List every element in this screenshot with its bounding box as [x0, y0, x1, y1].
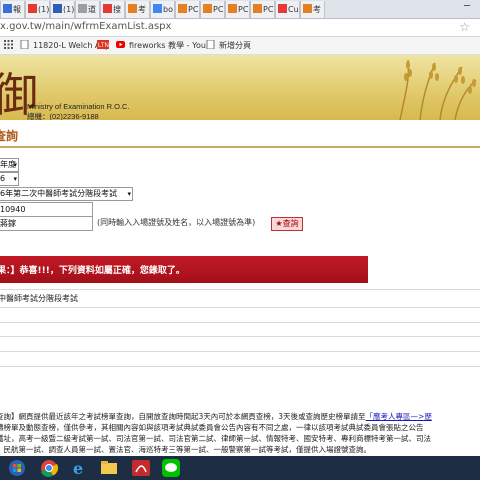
bookmark-fireworks[interactable]: fireworks 教學 - You: [116, 40, 206, 51]
chevron-down-icon: ▾: [13, 161, 17, 169]
tab-label: Cu: [288, 5, 299, 14]
tab-label: bo: [163, 5, 173, 14]
line-icon[interactable]: [158, 458, 184, 478]
admission-number-input[interactable]: 10940: [0, 202, 93, 217]
note-line: 查詢】網頁提供最近該年之考試榜單查詢，自開放查詢時間起3天內可於本網頁查榜，3天…: [0, 412, 432, 421]
exam-select[interactable]: 6年第二次中醫師考試分階段考試 ▾: [0, 187, 133, 201]
bookmark-star-icon[interactable]: ☆: [459, 20, 470, 34]
address-bar[interactable]: x.gov.tw/main/wfrmExamList.aspx ☆: [0, 19, 480, 37]
bookmark-label: 新增分頁: [219, 41, 251, 50]
tab-label: (1): [63, 5, 75, 14]
page-title: 查詢: [0, 129, 19, 143]
ltn-icon: LTN: [97, 40, 109, 49]
favicon-icon: [178, 4, 187, 13]
favicon-icon: [253, 4, 262, 13]
tab-label: 搜: [113, 5, 121, 14]
input-hint: (同時輸入入場證號及姓名，以入場證號為準): [97, 218, 256, 227]
chevron-down-icon: ▾: [13, 175, 17, 183]
divider: [0, 307, 480, 308]
browser-tab[interactable]: bo: [150, 1, 175, 18]
browser-tab[interactable]: (1): [25, 1, 50, 18]
divider: [0, 351, 480, 352]
month-select-value: 6: [0, 174, 6, 183]
bookmark-apps[interactable]: [4, 40, 17, 50]
browser-tab[interactable]: (1): [50, 1, 75, 18]
browser-tab-strip: 報 (1) (1) 道 搜 考 bo PC PC PC PC Cu 考 ─: [0, 0, 480, 19]
browser-tab[interactable]: 報: [0, 1, 25, 18]
ministry-banner: 御 Ministry of Examination R.O.C. 總機：(02)…: [0, 55, 480, 120]
note-line: 續榜單及動態查榜，僅供參考，其相關內容如與該項考試典試委員會公告內容有不同之處，…: [0, 423, 424, 432]
favicon-icon: [228, 4, 237, 13]
year-select[interactable]: 年度 ▾: [0, 158, 19, 172]
explorer-icon[interactable]: [96, 458, 122, 478]
tab-label: (1): [38, 5, 50, 14]
result-exam-name: 中醫師考試分階段考試: [0, 294, 78, 303]
acrobat-icon[interactable]: [128, 458, 154, 478]
chevron-down-icon: ▾: [127, 190, 131, 198]
divider: [0, 289, 480, 290]
tab-label: PC: [238, 5, 249, 14]
divider: [0, 336, 480, 337]
browser-tab[interactable]: PC: [200, 1, 225, 18]
ministry-name: Ministry of Examination R.O.C.: [27, 102, 130, 111]
youtube-icon: [116, 40, 125, 49]
note-line: 鐵址，高考一級暨二級考試第一試、司法官第一試、司法官第二試、律師第一試、情報特考…: [0, 434, 431, 443]
result-message: 果：】恭喜!!!，下列資料如屬正確，您錄取了。: [0, 266, 185, 276]
note-line: 、民航第一試、調查人員第一試、置法官、海巡特考三等第一試、一般警察第一試等考試，…: [0, 445, 371, 454]
notes-section: 查詢】網頁提供最近該年之考試榜單查詢，自開放查詢時間起3天內可於本網頁查榜，3天…: [0, 411, 480, 455]
favicon-icon: [53, 4, 62, 13]
window-minimize-icon[interactable]: ─: [464, 1, 470, 12]
browser-tab[interactable]: PC: [250, 1, 275, 18]
bookmark-new-tab[interactable]: 新增分頁: [206, 39, 251, 51]
exam-select-value: 6年第二次中醫師考試分階段考試: [0, 189, 118, 198]
tab-label: 考: [313, 5, 321, 14]
favicon-icon: [153, 4, 162, 13]
favicon-icon: [28, 4, 37, 13]
result-banner: 果：】恭喜!!!，下列資料如屬正確，您錄取了。: [0, 256, 368, 283]
svg-text:LTN: LTN: [98, 43, 109, 49]
favicon-icon: [203, 4, 212, 13]
tab-label: PC: [188, 5, 199, 14]
browser-tab[interactable]: 考: [300, 1, 325, 18]
favicon-icon: [128, 4, 137, 13]
bookmark-label: fireworks 教學 - You: [129, 41, 206, 50]
bookmarks-bar: 11820-L Welch Ally LTN fireworks 教學 - Yo…: [0, 37, 480, 55]
ministry-phone: 總機：(02)2236-9188: [27, 112, 99, 120]
start-orb-icon[interactable]: [4, 458, 30, 478]
windows-taskbar: e: [0, 456, 480, 480]
page-icon: [206, 39, 215, 50]
query-button[interactable]: ★查詢: [271, 217, 303, 231]
favicon-icon: [103, 4, 112, 13]
applicant-zone-link[interactable]: 「應考人專區—>歷: [366, 412, 432, 421]
favicon-icon: [303, 4, 312, 13]
divider: [0, 366, 480, 367]
bookmark-ltn[interactable]: LTN: [97, 40, 113, 50]
svg-text:e: e: [73, 459, 83, 478]
title-divider: [0, 146, 480, 148]
browser-tab[interactable]: Cu: [275, 1, 300, 18]
tab-label: PC: [263, 5, 274, 14]
url-text[interactable]: x.gov.tw/main/wfrmExamList.aspx: [0, 21, 171, 32]
browser-tab[interactable]: 考: [125, 1, 150, 18]
favicon-icon: [278, 4, 287, 13]
ie-icon[interactable]: e: [66, 458, 92, 478]
divider: [0, 322, 480, 323]
browser-tab[interactable]: PC: [225, 1, 250, 18]
name-input[interactable]: 蔣鎵: [0, 216, 93, 231]
browser-tab[interactable]: 搜: [100, 1, 125, 18]
chrome-icon[interactable]: [36, 458, 62, 478]
month-select[interactable]: 6 ▾: [0, 172, 19, 186]
page-icon: [20, 39, 29, 50]
favicon-icon: [3, 4, 12, 13]
apps-icon: [4, 40, 13, 49]
favicon-icon: [78, 4, 87, 13]
browser-tab[interactable]: 道: [75, 1, 100, 18]
tab-label: 考: [138, 5, 146, 14]
tab-label: 報: [13, 5, 21, 14]
tab-label: PC: [213, 5, 224, 14]
wheat-decoration-icon: [399, 59, 477, 120]
browser-tab[interactable]: PC: [175, 1, 200, 18]
tab-label: 道: [88, 5, 96, 14]
